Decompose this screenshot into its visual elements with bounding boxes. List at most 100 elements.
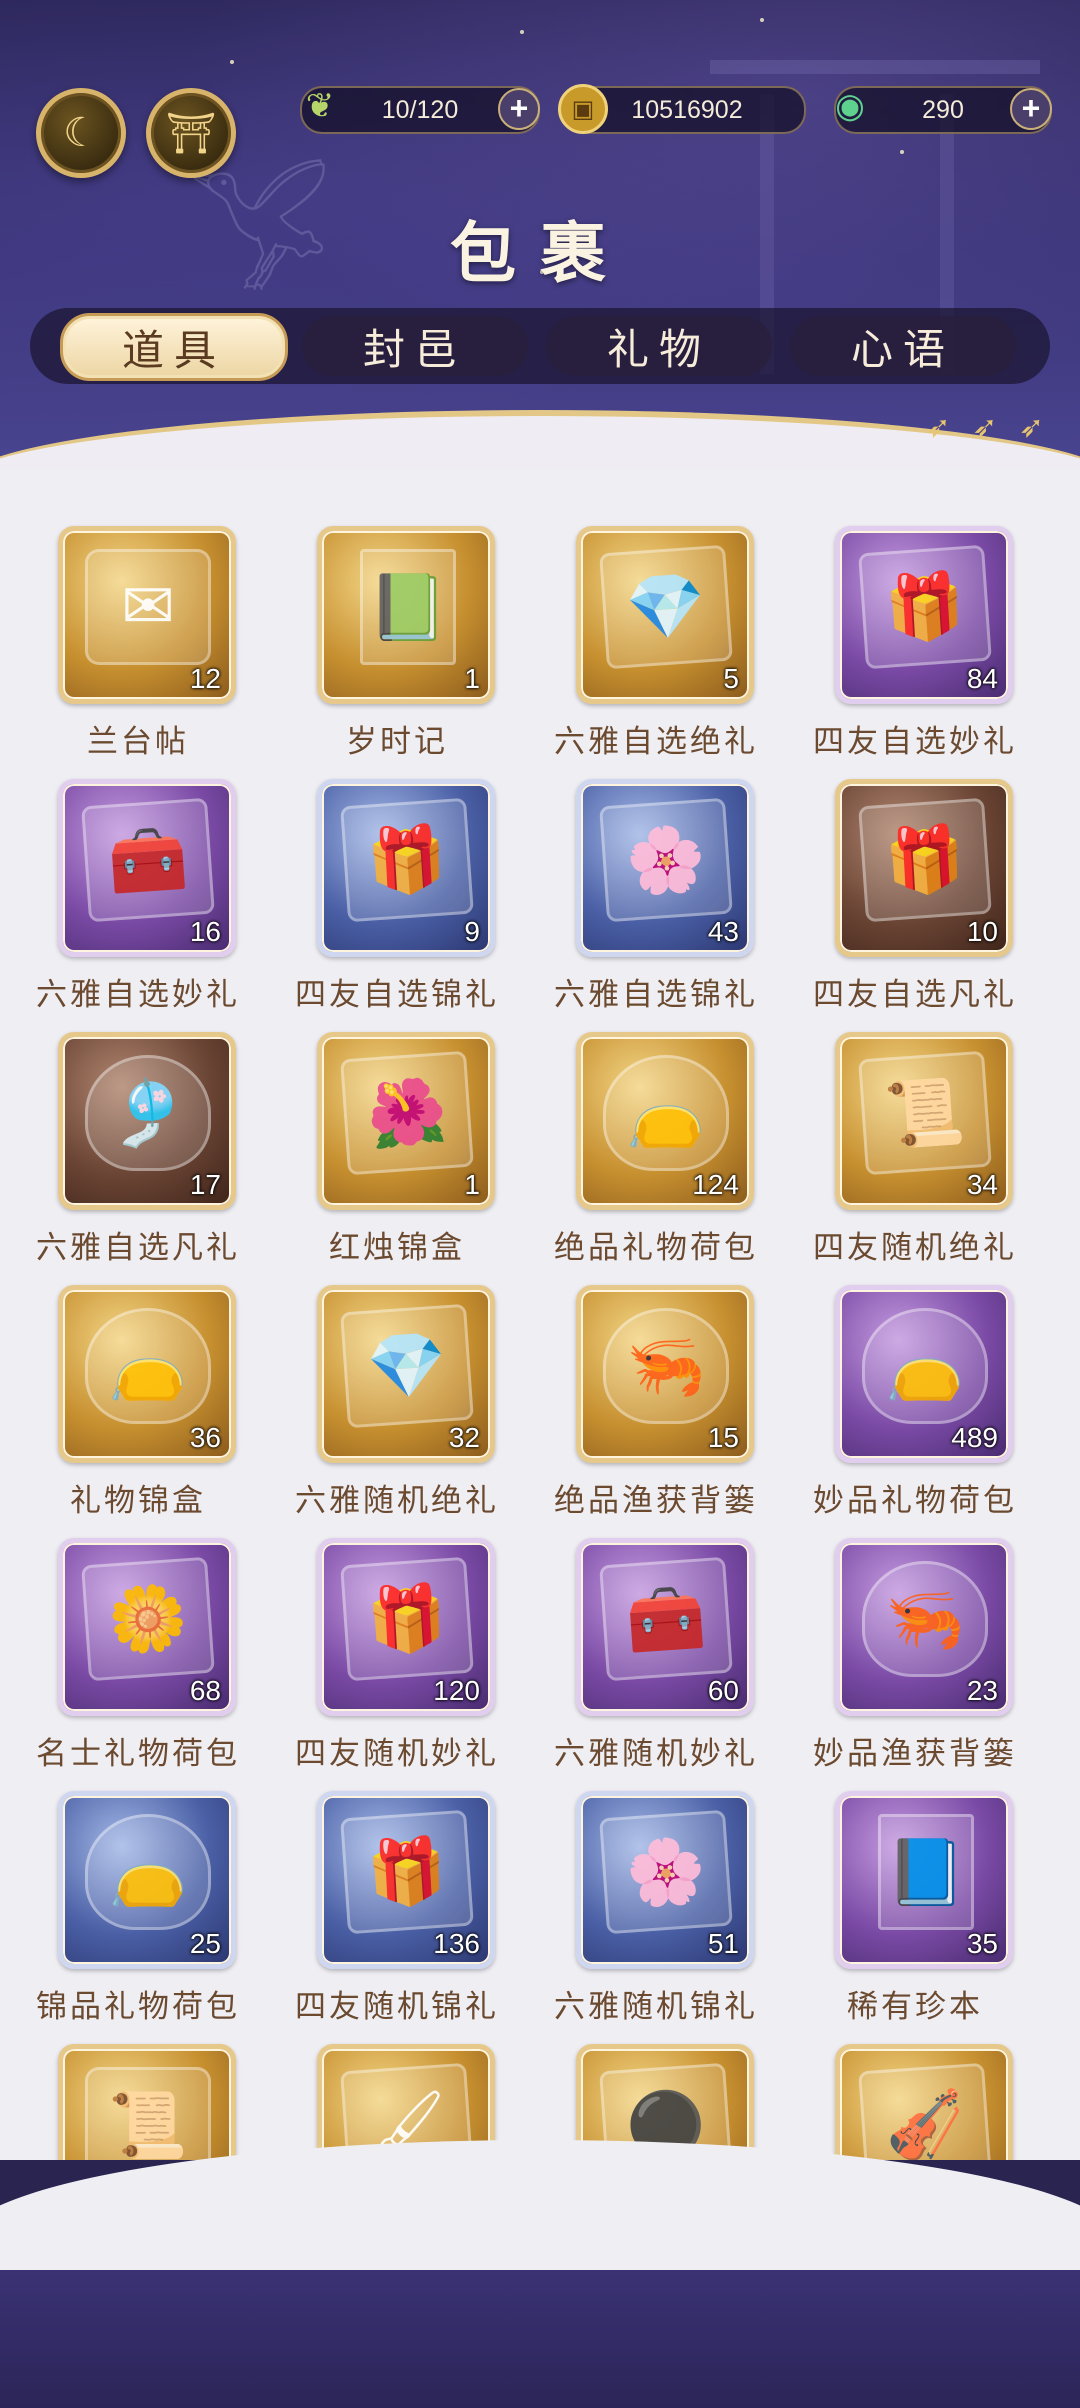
item-count: 15 [707,1422,739,1453]
page-title: 包裹 [450,214,630,292]
item-bag-icon: 🦐 [603,1308,729,1424]
tab-heart-words[interactable]: 心语 [790,316,1016,376]
item-count: 1 [464,1169,480,1200]
tab-fief[interactable]: 封邑 [302,316,528,376]
item-box-icon: 🎁 [340,797,474,923]
item-box-icon: 💎 [340,1303,474,1429]
item-frame[interactable]: 🌼 68 [58,1538,236,1716]
inventory-item[interactable]: ✉ 12 兰台帖 [8,470,268,760]
item-count: 489 [951,1422,998,1453]
inventory-item[interactable]: 🎁 136 四友随机锦礼 [267,1735,527,2025]
inventory-item[interactable]: 🌺 1 红烛锦盒 [267,976,527,1266]
item-frame[interactable]: 📘 35 [835,1791,1013,1969]
inventory-item[interactable]: 💎 5 六雅自选绝礼 [526,470,786,760]
item-box-icon: 🌺 [340,1050,474,1176]
item-bag-icon: 👝 [603,1055,729,1171]
crane-emblem-icon: ☾ [63,110,99,156]
item-frame[interactable]: 📜294 [58,2044,236,2160]
tab-items[interactable]: 道具 [60,313,288,381]
item-count: 136 [433,1928,480,1959]
item-frame[interactable]: 🎻263 [835,2044,1013,2160]
item-frame[interactable]: 🦐 15 [576,1285,754,1463]
inventory-item[interactable]: 🎁 9 四友自选锦礼 [267,723,527,1013]
inventory-panel[interactable]: ✉ 12 兰台帖 📗 1 岁时记 💎 5 六雅自选绝礼 🎁 84 四友自选妙礼 🧰 16 六雅自选妙礼 🎁 9 四… [0,470,1080,2160]
star-decoration [520,30,524,34]
coin-value: 10516902 [631,95,743,124]
header: 𓅯 ☾ ⛩ 10/120 ❦ + 10516902 ▣ 290 ◉ + 包裹 道… [0,0,1080,470]
coin-icon: ▣ [558,84,608,134]
item-frame[interactable]: 🌺 1 [317,1032,495,1210]
item-frame[interactable]: 👝 36 [58,1285,236,1463]
item-frame[interactable]: 🦐 23 [835,1538,1013,1716]
item-bag-icon: 👝 [862,1308,988,1424]
tab-gifts[interactable]: 礼物 [546,316,772,376]
inventory-item[interactable]: 📗 1 岁时记 [267,470,527,760]
item-count: 36 [189,1422,221,1453]
item-box-icon: 🎁 [858,544,992,670]
item-frame[interactable]: 🎐 17 [58,1032,236,1210]
item-frame[interactable]: 👝 25 [58,1791,236,1969]
inventory-item[interactable]: 🖌68 [267,1988,527,2160]
add-jade-button[interactable]: + [1010,88,1052,130]
item-book-icon: 📗 [360,549,456,665]
item-frame[interactable]: 🌸 43 [576,779,754,957]
inventory-item[interactable]: 📜 34 四友随机绝礼 [785,976,1045,1266]
inventory-item[interactable]: 🧰 16 六雅自选妙礼 [8,723,268,1013]
inventory-item[interactable]: 🌸 43 六雅自选锦礼 [526,723,786,1013]
inventory-item[interactable]: 🌸 51 六雅随机锦礼 [526,1735,786,2025]
item-count: 51 [707,1928,739,1959]
item-box-icon: 🎁 [340,1809,474,1935]
add-stamina-button[interactable]: + [498,88,540,130]
item-count: 1 [464,663,480,694]
inventory-item[interactable]: ⚫448 [526,1988,786,2160]
inventory-item[interactable]: 🦐 15 绝品渔获背篓 [526,1229,786,1519]
inventory-item[interactable]: 🎁 120 四友随机妙礼 [267,1482,527,1772]
inventory-item[interactable]: 💎 32 六雅随机绝礼 [267,1229,527,1519]
inventory-item[interactable]: 👝 36 礼物锦盒 [8,1229,268,1519]
inventory-item[interactable]: 👝 489 妙品礼物荷包 [785,1229,1045,1519]
item-bag-icon: 👝 [85,1308,211,1424]
item-count: 60 [707,1675,739,1706]
item-count: 35 [966,1928,998,1959]
item-count: 84 [966,663,998,694]
item-frame[interactable]: 👝 489 [835,1285,1013,1463]
item-frame[interactable]: ✉ 12 [58,526,236,704]
item-frame[interactable]: 📗 1 [317,526,495,704]
item-count: 17 [189,1169,221,1200]
item-frame[interactable]: 🧰 16 [58,779,236,957]
item-count: 5 [723,663,739,694]
inventory-item[interactable]: 🦐 23 妙品渔获背篓 [785,1482,1045,1772]
item-frame[interactable]: 🎁 84 [835,526,1013,704]
jade-icon: ◉ [835,86,865,126]
inventory-item[interactable]: 🌼 68 名士礼物荷包 [8,1482,268,1772]
inventory-item[interactable]: 📘 35 稀有珍本 [785,1735,1045,2025]
item-frame[interactable]: 🎁 10 [835,779,1013,957]
inventory-item[interactable]: 🧰 60 六雅随机妙礼 [526,1482,786,1772]
item-frame[interactable]: 🎁 120 [317,1538,495,1716]
leaf-icon: ❦ [305,86,335,126]
inventory-item[interactable]: 🎐 17 六雅自选凡礼 [8,976,268,1266]
item-frame[interactable]: 💎 5 [576,526,754,704]
inventory-item[interactable]: 👝 124 绝品礼物荷包 [526,976,786,1266]
inventory-item[interactable]: 🎁 10 四友自选凡礼 [785,723,1045,1013]
item-frame[interactable]: 👝 124 [576,1032,754,1210]
item-count: 43 [707,916,739,947]
item-frame[interactable]: 🧰 60 [576,1538,754,1716]
jade-value: 290 [922,95,964,124]
item-box-icon: 🌼 [81,1556,215,1682]
item-count: 124 [692,1169,739,1200]
item-frame[interactable]: 💎 32 [317,1285,495,1463]
inventory-item[interactable]: 📜294 [8,1988,268,2160]
item-frame[interactable]: 🎁 136 [317,1791,495,1969]
inventory-item[interactable]: 🎻263 [785,1988,1045,2160]
item-frame[interactable]: 🎁 9 [317,779,495,957]
crane-emblem-button[interactable]: ☾ [36,88,126,178]
item-count: 34 [966,1169,998,1200]
item-scroll-icon: 📜 [85,2067,211,2160]
inventory-item[interactable]: 👝 25 锦品礼物荷包 [8,1735,268,2025]
item-frame[interactable]: 🌸 51 [576,1791,754,1969]
pavilion-emblem-button[interactable]: ⛩ [146,88,236,178]
inventory-item[interactable]: 🎁 84 四友自选妙礼 [785,470,1045,760]
item-frame[interactable]: 📜 34 [835,1032,1013,1210]
item-box-icon: 📜 [858,1050,992,1176]
